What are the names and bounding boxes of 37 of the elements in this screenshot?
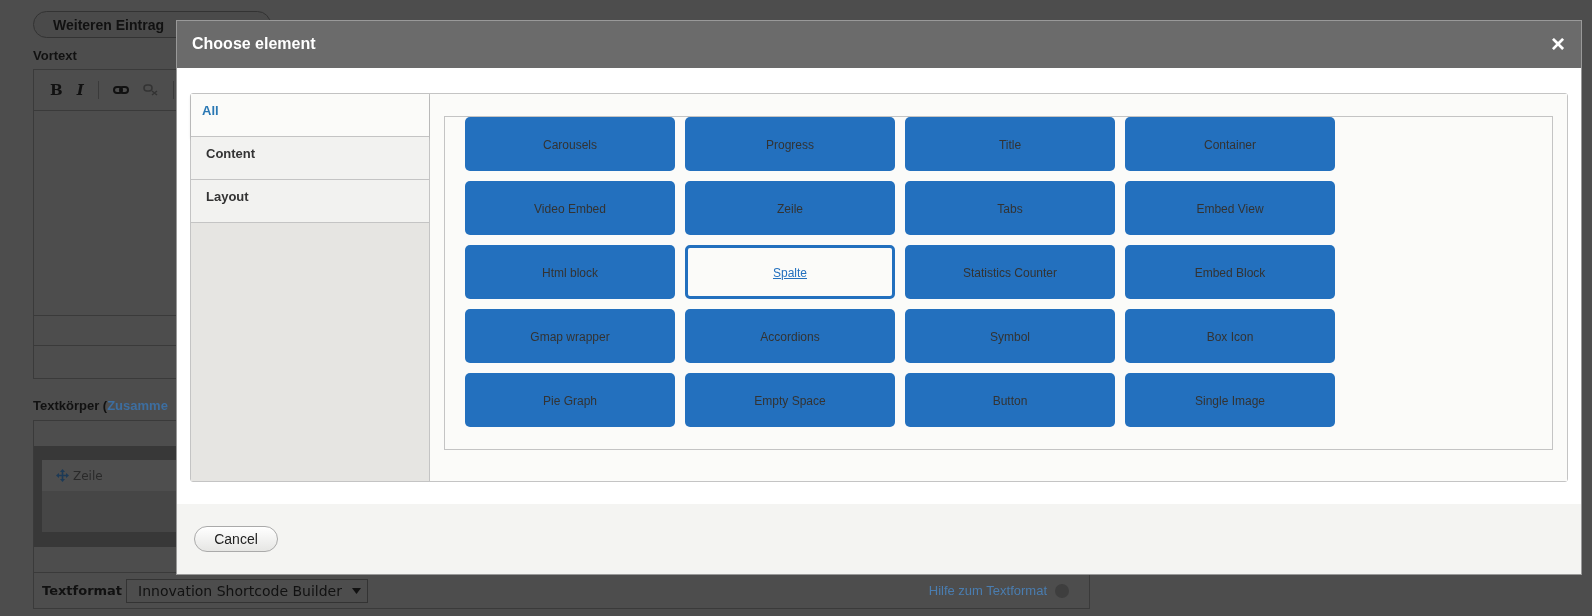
summary-link[interactable]: Zusamme xyxy=(107,398,168,413)
element-button[interactable]: Video Embed xyxy=(465,180,675,235)
format-button[interactable]: I xyxy=(76,81,84,99)
element-button[interactable]: Progress xyxy=(685,116,895,171)
element-button[interactable]: Symbol xyxy=(905,308,1115,363)
category-tab[interactable]: All xyxy=(191,93,429,137)
cancel-button[interactable]: Cancel xyxy=(194,525,278,552)
element-button[interactable]: Carousels xyxy=(465,116,675,171)
element-button[interactable]: Container xyxy=(1125,116,1335,171)
element-button[interactable]: Html block xyxy=(465,244,675,299)
link-icon[interactable] xyxy=(112,85,129,95)
element-button[interactable]: Gmap wrapper xyxy=(465,308,675,363)
dialog-title: Choose element xyxy=(192,35,316,54)
element-button[interactable]: Title xyxy=(905,116,1115,171)
element-button[interactable]: Accordions xyxy=(685,308,895,363)
element-button[interactable]: Tabs xyxy=(905,180,1115,235)
close-button[interactable]: × xyxy=(1551,32,1565,57)
format-label: Textformat xyxy=(42,583,123,598)
format-help-link[interactable]: Hilfe zum Textformat xyxy=(928,583,1047,598)
element-button[interactable]: Button xyxy=(905,372,1115,427)
move-icon[interactable] xyxy=(56,469,69,482)
format-button[interactable]: B xyxy=(50,81,63,99)
category-tab[interactable]: Layout xyxy=(191,179,429,223)
element-button[interactable]: Box Icon xyxy=(1125,308,1335,363)
category-tab[interactable]: Content xyxy=(191,136,429,180)
element-button[interactable]: Zeile xyxy=(685,180,895,235)
dropdown-caret-icon xyxy=(351,587,361,594)
element-button[interactable]: Empty Space xyxy=(685,372,895,427)
element-button[interactable]: Embed Block xyxy=(1125,244,1335,299)
element-button[interactable]: Single Image xyxy=(1125,372,1335,427)
element-button[interactable]: Spalte xyxy=(685,244,895,299)
format-select[interactable]: Innovation Shortcode Builder xyxy=(126,578,368,603)
unlink-icon[interactable] xyxy=(142,84,159,96)
field-label: Vortext xyxy=(33,48,78,64)
element-button[interactable]: Pie Graph xyxy=(465,372,675,427)
element-button[interactable]: Statistics Counter xyxy=(905,244,1115,299)
element-button[interactable]: Embed View xyxy=(1125,180,1335,235)
